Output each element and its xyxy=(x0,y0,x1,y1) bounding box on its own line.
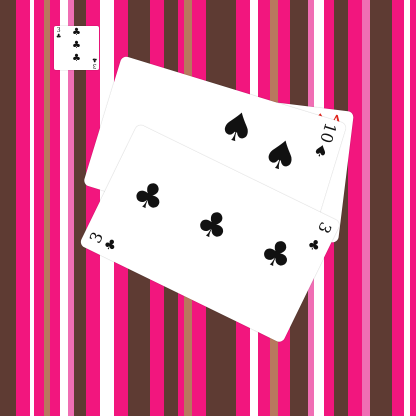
spade-icon: ♠ xyxy=(311,139,331,163)
club-icon: ♣ xyxy=(91,56,97,63)
background-stripe xyxy=(392,0,404,416)
spade-icon: ♠ xyxy=(213,100,261,156)
background-stripe xyxy=(410,0,416,416)
spade-icon: ♠ xyxy=(256,128,305,184)
club-icon: ♣ xyxy=(72,53,81,64)
background-stripe xyxy=(16,0,30,416)
background-stripe xyxy=(370,0,392,416)
background-stripe xyxy=(0,0,16,416)
club-icon: ♣ xyxy=(253,229,301,281)
deck-card[interactable]: 3 ♣ ♣ ♣ ♣ 3 ♣ xyxy=(54,26,99,70)
card-rank: 3 xyxy=(313,218,336,237)
background-stripe xyxy=(348,0,362,416)
game-table: 3 ♣ ♣ ♣ ♣ 3 ♣ A ♦ 10 ♠ ♠ ♠ 3 ♣ ♣ ♣ ♣ xyxy=(0,0,416,416)
background-stripe xyxy=(362,0,370,416)
club-icon: ♣ xyxy=(189,200,237,252)
deck-card-bottom-corner: 3 ♣ xyxy=(91,56,97,69)
club-icon: ♣ xyxy=(56,33,62,40)
club-icon: ♣ xyxy=(72,40,81,51)
club-icon: ♣ xyxy=(304,235,324,256)
background-stripe xyxy=(34,0,44,416)
deck-card-top-corner: 3 ♣ xyxy=(56,28,61,40)
club-icon: ♣ xyxy=(125,171,173,223)
card-three-top-corner: 3 xyxy=(313,218,336,237)
club-icon: ♣ xyxy=(72,27,81,38)
